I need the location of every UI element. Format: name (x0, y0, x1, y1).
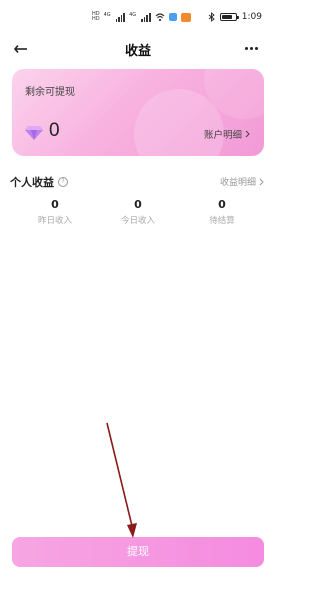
clock: 1:09 (241, 12, 262, 22)
signal-label-1: 4G (103, 12, 111, 18)
account-details-link[interactable]: 账户明细 (204, 127, 250, 141)
stat-today: 0 今日收入 (98, 198, 178, 226)
chevron-right-icon (245, 130, 250, 138)
income-details-label: 收益明细 (219, 178, 256, 188)
bluetooth-icon (208, 12, 215, 22)
help-icon[interactable]: ? (58, 177, 68, 187)
stat-value: 0 (51, 198, 59, 211)
personal-income-title: 个人收益 ? (10, 174, 68, 190)
stat-label: 待结算 (209, 216, 235, 226)
stat-value: 0 (134, 198, 142, 211)
balance-card: 剩余可提现 0 账户明细 (12, 69, 264, 156)
signal-label-2: 4G (129, 12, 137, 18)
signal-icon (115, 12, 126, 22)
stat-label: 今日收入 (120, 216, 155, 226)
stat-pending: 0 待结算 (182, 198, 262, 226)
signal-icon-2 (141, 12, 151, 22)
diamond-icon (25, 126, 43, 140)
status-left-icons: HD HD 4G 4G (92, 12, 191, 22)
withdrawable-label: 剩余可提现 (25, 87, 75, 98)
account-details-label: 账户明细 (203, 130, 242, 141)
hd-icon: HD HD (92, 12, 100, 22)
battery-icon (219, 13, 239, 21)
status-bar: HD HD 4G 4G 1:09 (0, 0, 276, 36)
stat-value: 0 (218, 198, 226, 211)
more-dots-icon[interactable] (245, 47, 258, 50)
chevron-right-icon (259, 178, 264, 185)
stat-yesterday: 0 昨日收入 (15, 198, 95, 226)
app-notification-icon-2 (180, 12, 191, 22)
balance-value: 0 (49, 120, 60, 141)
page-title: 收益 (124, 44, 151, 59)
status-right: 1:09 (208, 12, 262, 22)
app-notification-icon (168, 13, 177, 21)
personal-income-label: 个人收益 (10, 176, 54, 189)
stat-label: 昨日收入 (37, 216, 72, 226)
withdraw-button[interactable]: 提现 (12, 537, 264, 567)
hd-label-2: HD (92, 16, 100, 22)
income-details-link[interactable]: 收益明细 (220, 175, 264, 188)
nav-bar: 收益 (0, 36, 276, 62)
wifi-icon (155, 13, 164, 22)
